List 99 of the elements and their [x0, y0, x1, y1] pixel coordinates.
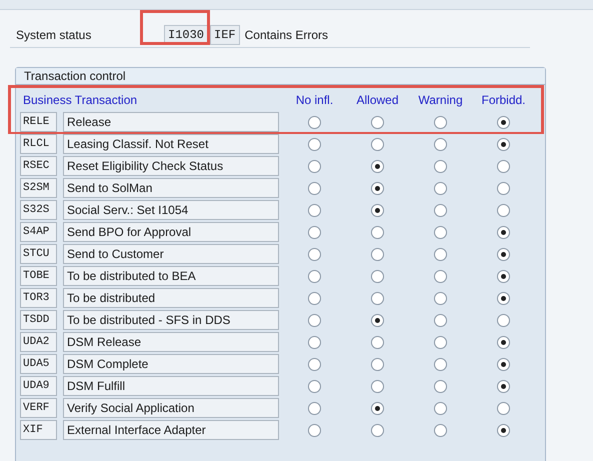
transaction-description: DSM Complete [63, 354, 279, 374]
radio-button[interactable] [371, 358, 384, 370]
transaction-description: Send to SolMan [63, 178, 279, 198]
status-text: Contains Errors [244, 26, 328, 44]
transaction-code: S32S [20, 200, 57, 220]
radio-button[interactable] [497, 204, 510, 216]
radio-button[interactable] [308, 380, 321, 392]
radio-button[interactable] [371, 402, 384, 414]
radio-button[interactable] [308, 402, 321, 414]
transaction-code: UDA2 [20, 332, 57, 352]
radio-button[interactable] [497, 336, 510, 348]
radio-button[interactable] [371, 182, 384, 194]
transaction-description: To be distributed - SFS in DDS [63, 310, 279, 330]
radio-button[interactable] [497, 226, 510, 238]
radio-button[interactable] [497, 116, 510, 128]
transaction-description: Social Serv.: Set I1054 [63, 200, 279, 220]
transaction-code: RELE [20, 112, 57, 132]
radio-button[interactable] [308, 116, 321, 128]
radio-button[interactable] [371, 116, 384, 128]
transaction-code: RSEC [20, 156, 57, 176]
radio-button[interactable] [308, 292, 321, 304]
transaction-code: UDA5 [20, 354, 57, 374]
radio-button[interactable] [434, 358, 447, 370]
column-header: Business Transaction [23, 92, 138, 109]
column-header: Forbidd. [480, 92, 527, 109]
transaction-description: DSM Fulfill [63, 376, 279, 396]
radio-button[interactable] [497, 314, 510, 326]
column-header: Allowed [355, 92, 400, 109]
radio-button[interactable] [434, 336, 447, 348]
radio-button[interactable] [371, 160, 384, 172]
radio-button[interactable] [308, 160, 321, 172]
transaction-description: Send to Customer [63, 244, 279, 264]
radio-button[interactable] [434, 402, 447, 414]
status-code-field[interactable]: IEF [210, 24, 240, 44]
radio-button[interactable] [434, 138, 447, 150]
radio-button[interactable] [434, 116, 447, 128]
transaction-code: TSDD [20, 310, 57, 330]
radio-button[interactable] [308, 138, 321, 150]
radio-button[interactable] [434, 182, 447, 194]
transaction-code: S2SM [20, 178, 57, 198]
radio-button[interactable] [497, 182, 510, 194]
radio-button[interactable] [497, 270, 510, 282]
radio-button[interactable] [371, 292, 384, 304]
transaction-code: UDA9 [20, 376, 57, 396]
radio-button[interactable] [308, 424, 321, 436]
transaction-code: STCU [20, 244, 57, 264]
radio-button[interactable] [434, 314, 447, 326]
radio-button[interactable] [434, 380, 447, 392]
radio-button[interactable] [308, 314, 321, 326]
transaction-description: Send BPO for Approval [63, 222, 279, 242]
radio-button[interactable] [371, 424, 384, 436]
radio-button[interactable] [434, 160, 447, 172]
radio-button[interactable] [371, 380, 384, 392]
transaction-description: Leasing Classif. Not Reset [63, 134, 279, 154]
radio-button[interactable] [497, 248, 510, 260]
column-header: Warning [417, 92, 464, 109]
radio-button[interactable] [308, 226, 321, 238]
radio-button[interactable] [434, 226, 447, 238]
radio-button[interactable] [434, 424, 447, 436]
radio-button[interactable] [371, 314, 384, 326]
transaction-description: External Interface Adapter [63, 420, 279, 440]
radio-button[interactable] [371, 226, 384, 238]
radio-button[interactable] [497, 402, 510, 414]
radio-button[interactable] [308, 336, 321, 348]
radio-button[interactable] [308, 270, 321, 282]
radio-button[interactable] [434, 204, 447, 216]
radio-button[interactable] [308, 182, 321, 194]
transaction-code: TOR3 [20, 288, 57, 308]
transaction-description: DSM Release [63, 332, 279, 352]
radio-button[interactable] [497, 358, 510, 370]
radio-button[interactable] [371, 204, 384, 216]
transaction-description: Verify Social Application [63, 398, 279, 418]
radio-button[interactable] [497, 292, 510, 304]
radio-button[interactable] [434, 270, 447, 282]
radio-button[interactable] [308, 204, 321, 216]
radio-button[interactable] [497, 160, 510, 172]
transaction-code: XIF [20, 420, 57, 440]
radio-button[interactable] [308, 248, 321, 260]
transaction-description: Reset Eligibility Check Status [63, 156, 279, 176]
radio-button[interactable] [497, 380, 510, 392]
radio-button[interactable] [434, 248, 447, 260]
transaction-code: VERF [20, 398, 57, 418]
radio-button[interactable] [371, 248, 384, 260]
transaction-code: S4AP [20, 222, 57, 242]
column-header: No infl. [294, 92, 334, 109]
panel-title: Transaction control [16, 68, 545, 85]
transaction-description: To be distributed to BEA [63, 266, 279, 286]
radio-button[interactable] [371, 270, 384, 282]
transaction-code: RLCL [20, 134, 57, 154]
radio-button[interactable] [434, 292, 447, 304]
radio-button[interactable] [497, 138, 510, 150]
radio-button[interactable] [497, 424, 510, 436]
radio-button[interactable] [308, 358, 321, 370]
radio-button[interactable] [371, 336, 384, 348]
transaction-description: To be distributed [63, 288, 279, 308]
field-label: System status [16, 26, 92, 44]
transaction-description: Release [63, 112, 279, 132]
transaction-code: TOBE [20, 266, 57, 286]
radio-button[interactable] [371, 138, 384, 150]
